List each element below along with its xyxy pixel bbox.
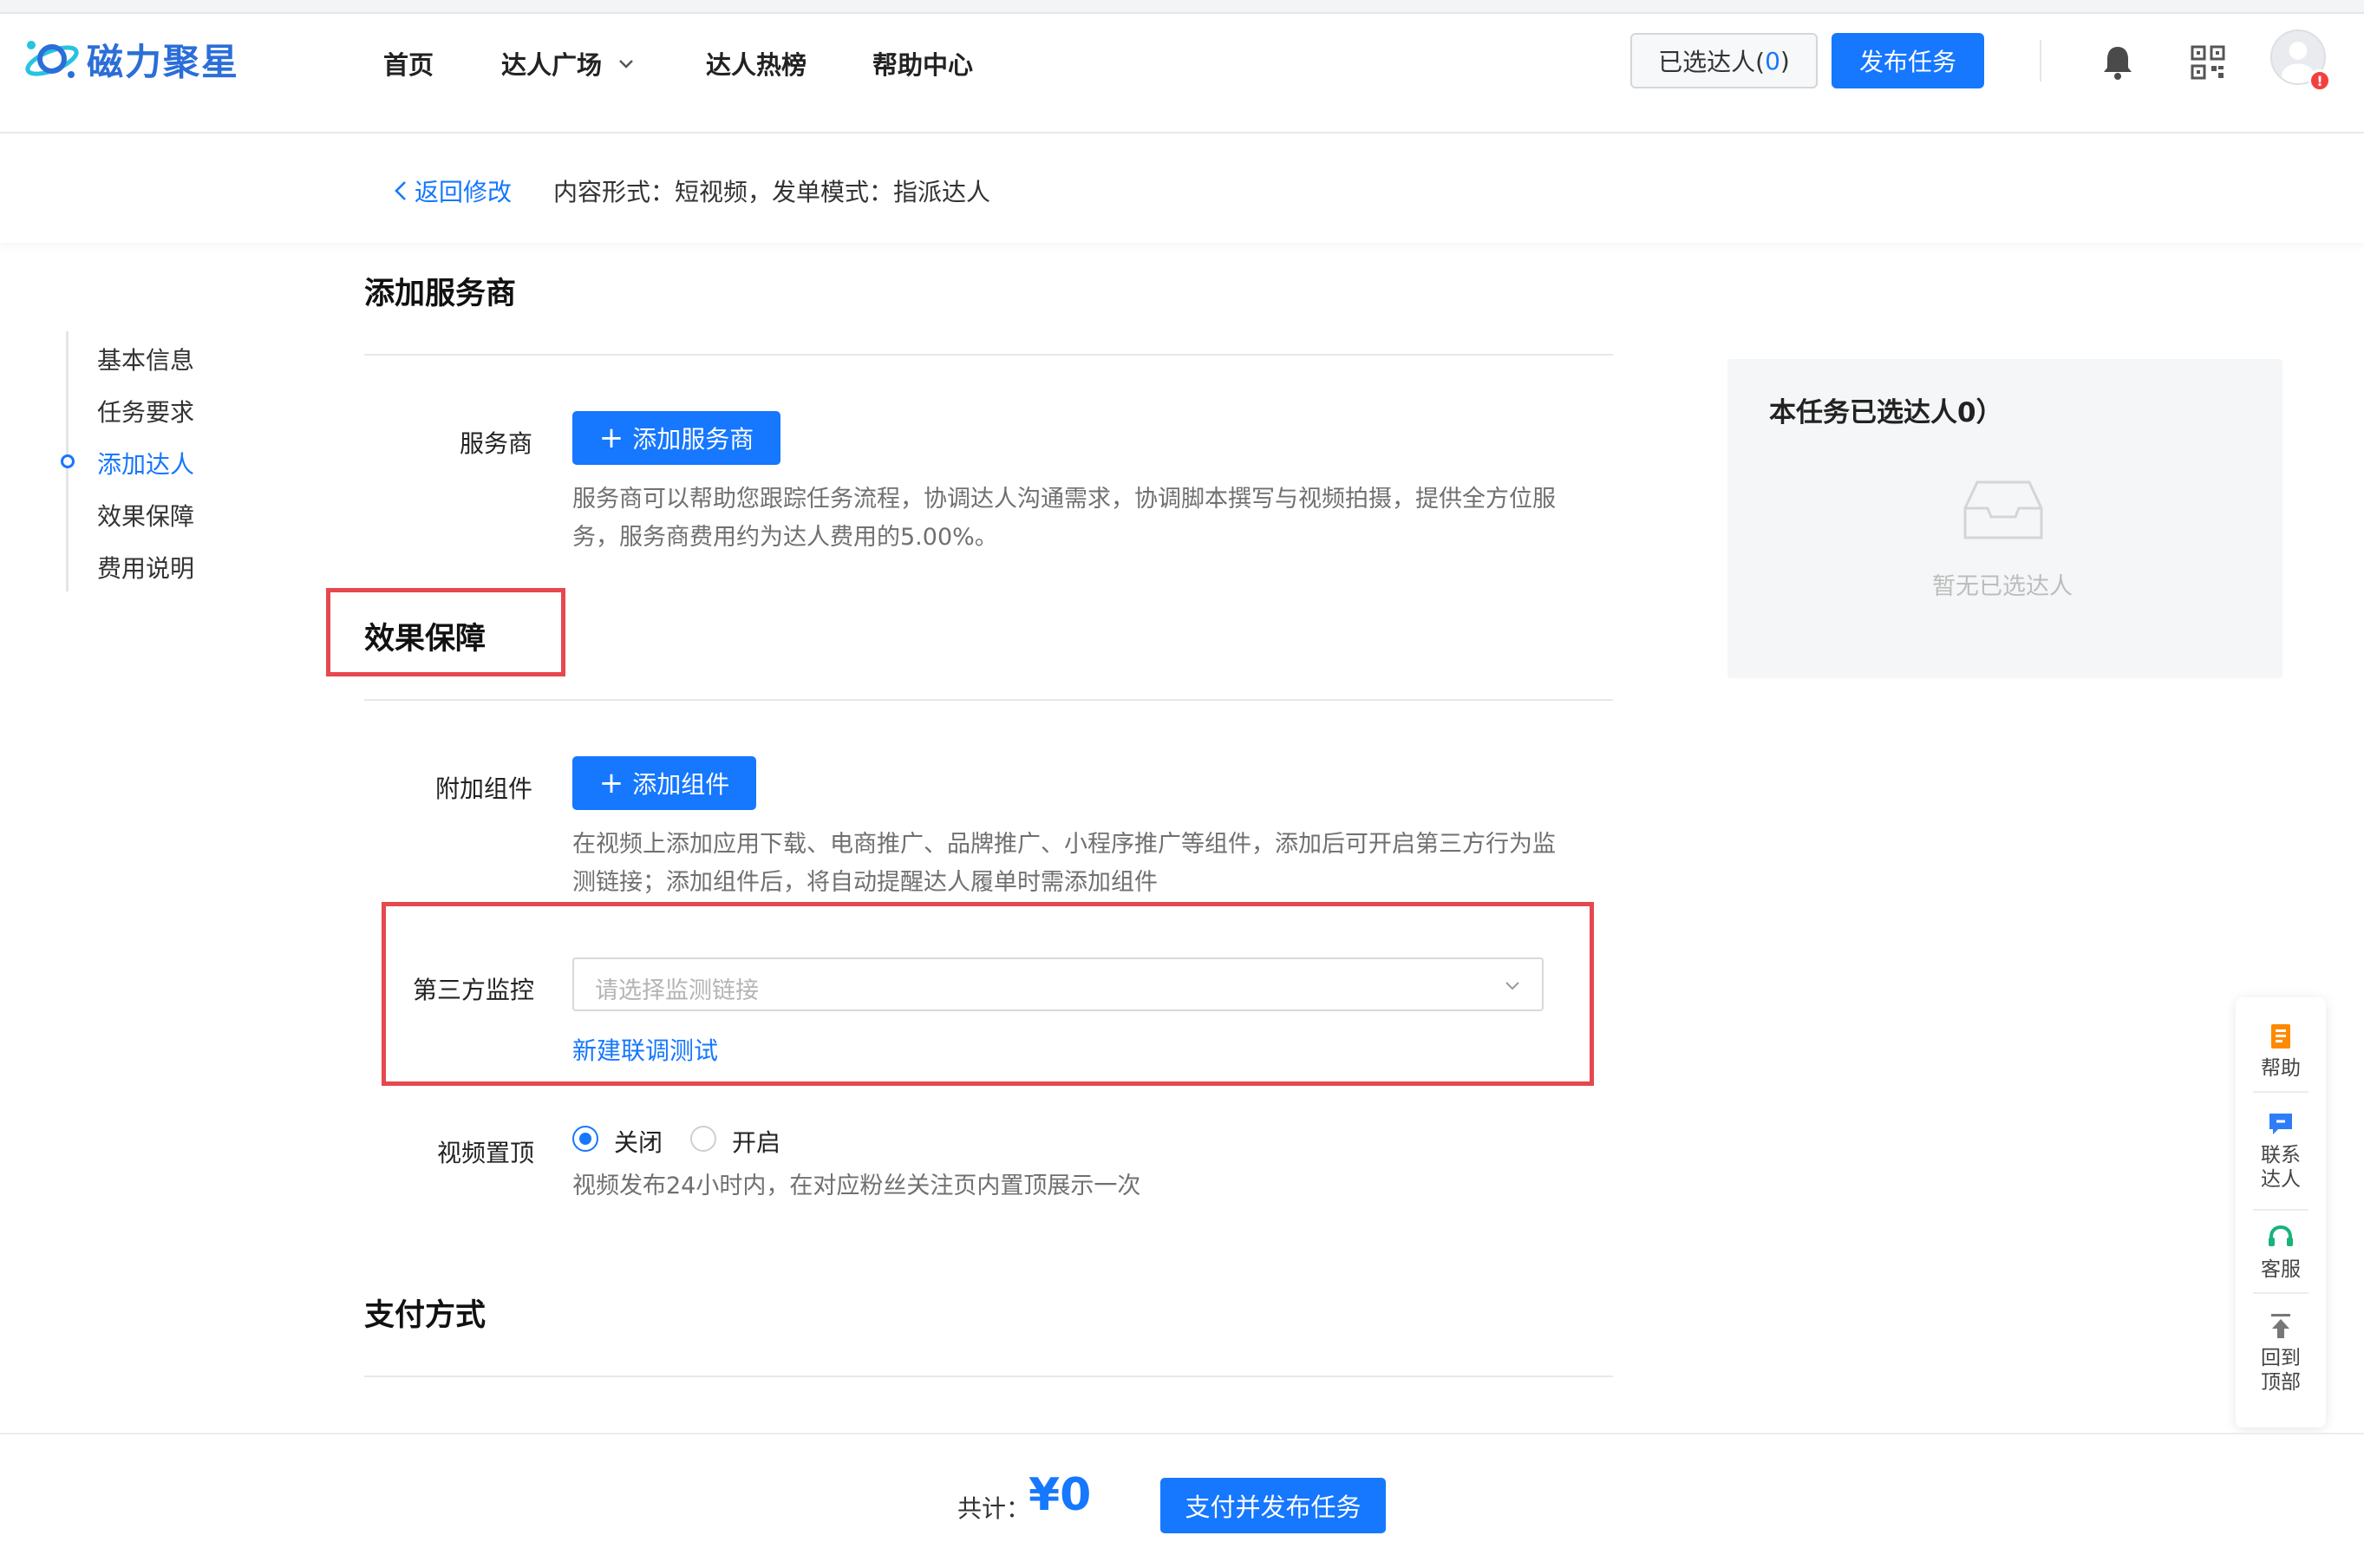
component-description: 在视频上添加应用下载、电商推广、品牌推广、小程序推广等组件，添加后可开启第三方行… — [572, 831, 1556, 896]
nav-home-label: 首页 — [383, 50, 434, 80]
anchor-task-requirements[interactable]: 任务要求 — [97, 394, 194, 428]
float-contact-creator-button[interactable]: 联系达人 — [2236, 1108, 2326, 1192]
monitor-link-select[interactable]: 请选择监测链接 — [572, 957, 1544, 1011]
logo-text: 磁力聚星 — [87, 40, 240, 83]
panel-title: 本任务已选达人0） — [1769, 397, 2003, 428]
back-edit-label: 返回修改 — [415, 178, 513, 206]
video-pin-description: 视频发布24小时内，在对应粉丝关注页内置顶展示一次 — [572, 1173, 1141, 1199]
section-divider — [364, 699, 1613, 701]
section-title-service-provider: 添加服务商 — [364, 277, 517, 311]
chevron-down-icon — [619, 60, 633, 69]
add-service-provider-button[interactable]: + 添加服务商 — [572, 411, 780, 465]
window-top-strip — [0, 0, 2364, 14]
header-divider — [2040, 40, 2041, 82]
pin-off-radio[interactable] — [572, 1126, 598, 1152]
selected-count: 0 — [1765, 46, 1780, 75]
bell-icon[interactable] — [2100, 43, 2135, 82]
component-label: 附加组件 — [435, 774, 533, 803]
float-customer-service-label: 客服 — [2261, 1258, 2301, 1281]
empty-state-text: 暂无已选达人 — [1932, 573, 2073, 600]
publish-task-button[interactable]: 发布任务 — [1832, 33, 1984, 88]
section-divider — [364, 1375, 1613, 1377]
selected-prefix: 已选达人( — [1658, 48, 1766, 76]
anchor-basic-info[interactable]: 基本信息 — [97, 342, 194, 376]
nav-creator-plaza[interactable]: 达人广场 — [501, 45, 637, 82]
annotation-box-title — [326, 588, 565, 676]
plus-icon: + — [598, 421, 624, 455]
float-help-label: 帮助 — [2261, 1057, 2301, 1080]
help-doc-icon — [2271, 1024, 2290, 1049]
float-separator — [2253, 1292, 2308, 1294]
service-provider-label: 服务商 — [460, 429, 533, 458]
nav-creator-plaza-label: 达人广场 — [501, 50, 603, 80]
sub-header-bar — [0, 135, 2364, 243]
nav-creator-ranking[interactable]: 达人热榜 — [706, 45, 807, 82]
anchor-fee-explanation[interactable]: 费用说明 — [97, 550, 194, 585]
nav-help-center-label: 帮助中心 — [872, 50, 974, 80]
nav-help-center[interactable]: 帮助中心 — [872, 45, 973, 82]
float-help-button[interactable]: 帮助 — [2236, 1022, 2326, 1081]
nav-creator-ranking-label: 达人热榜 — [706, 50, 807, 80]
anchor-add-creators[interactable]: 添加达人 — [97, 446, 194, 480]
float-separator — [2253, 1091, 2308, 1093]
content-info-text: 内容形式：短视频，发单模式：指派达人 — [553, 178, 991, 206]
new-joint-test-link[interactable]: 新建联调测试 — [572, 1032, 718, 1067]
service-provider-description: 服务商可以帮助您跟踪任务流程，协调达人沟通需求，协调脚本撰写与视频拍摄，提供全方… — [572, 486, 1556, 551]
chevron-down-icon — [1505, 982, 1519, 990]
plus-icon: + — [598, 766, 624, 800]
alert-badge-icon: ! — [2308, 69, 2331, 92]
pin-on-radio[interactable] — [690, 1126, 716, 1152]
float-back-to-top-label: 回到顶部 — [2261, 1347, 2301, 1394]
float-contact-creator-label: 联系达人 — [2261, 1144, 2301, 1191]
qr-code-icon[interactable] — [2191, 45, 2225, 80]
add-service-provider-label: 添加服务商 — [632, 425, 754, 454]
headset-icon — [2269, 1225, 2293, 1246]
logo-planet-icon — [25, 41, 79, 78]
pin-off-label[interactable]: 关闭 — [614, 1124, 663, 1159]
video-pin-label: 视频置顶 — [437, 1139, 535, 1167]
pin-on-label[interactable]: 开启 — [732, 1124, 780, 1159]
third-party-monitor-label: 第三方监控 — [413, 976, 535, 1004]
add-component-button[interactable]: + 添加组件 — [572, 756, 756, 810]
float-customer-service-button[interactable]: 客服 — [2236, 1223, 2326, 1282]
back-to-top-icon — [2271, 1314, 2290, 1338]
total-label: 共计： — [957, 1494, 1031, 1523]
top-header — [0, 14, 2364, 134]
empty-inbox-icon — [1963, 480, 2043, 539]
float-back-to-top-button[interactable]: 回到顶部 — [2236, 1311, 2326, 1395]
chevron-left-icon — [395, 181, 406, 200]
nav-home[interactable]: 首页 — [383, 45, 434, 82]
anchor-active-dot — [61, 454, 75, 468]
anchor-effect-guarantee[interactable]: 效果保障 — [97, 498, 194, 532]
selected-suffix: ) — [1780, 46, 1790, 75]
back-edit-link[interactable]: 返回修改 — [392, 173, 512, 208]
chat-icon — [2269, 1114, 2292, 1134]
pay-and-publish-button[interactable]: 支付并发布任务 — [1160, 1478, 1386, 1533]
total-amount: ¥0 — [1029, 1469, 1092, 1521]
float-separator — [2253, 1209, 2308, 1211]
monitor-link-placeholder: 请选择监测链接 — [595, 977, 759, 1004]
logo[interactable]: 磁力聚星 — [23, 33, 239, 85]
section-divider — [364, 354, 1613, 356]
add-component-label: 添加组件 — [632, 770, 730, 799]
selected-creators-button[interactable]: 已选达人(0) — [1630, 33, 1818, 88]
section-title-payment: 支付方式 — [364, 1298, 487, 1333]
